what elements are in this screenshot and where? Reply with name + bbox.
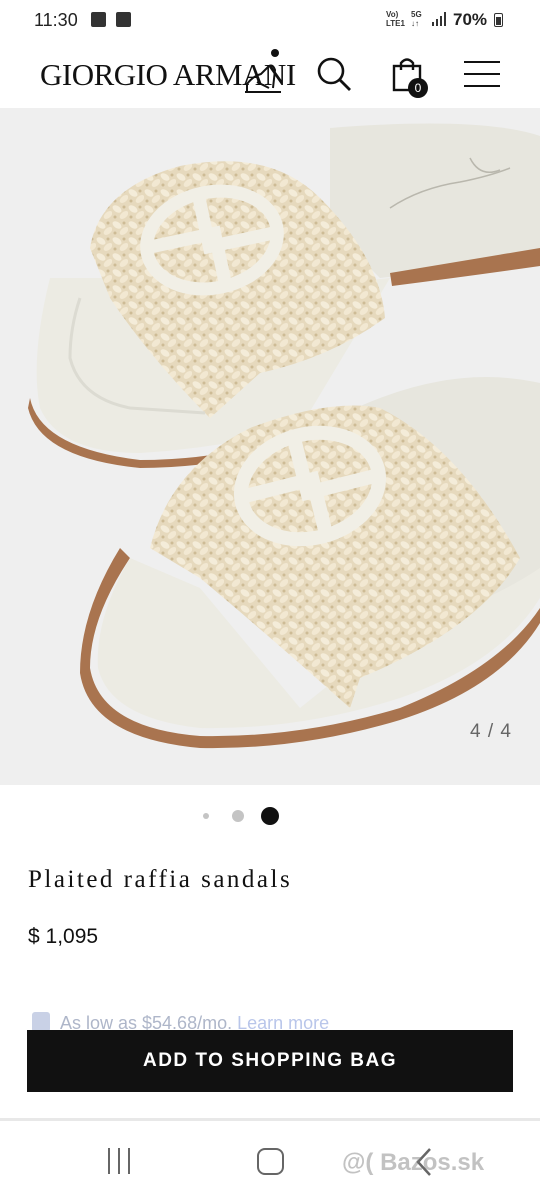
add-to-shopping-bag-button[interactable]: ADD TO SHOPPING BAG — [27, 1030, 513, 1092]
product-title: Plaited raffia sandals — [28, 866, 293, 893]
pagination-dot-1[interactable] — [203, 813, 209, 819]
paypal-icon — [32, 1012, 50, 1032]
home-icon[interactable] — [257, 1148, 284, 1175]
bag-count-badge: 0 — [408, 78, 428, 98]
status-bar: 11:30 Vo) LTE1 5G ↓↑ 70% — [0, 0, 540, 40]
recent-apps-icon[interactable] — [106, 1148, 134, 1174]
5g-label: 5G ↓↑ — [411, 10, 422, 28]
product-image — [28, 123, 540, 749]
pagination-dot-3-active[interactable] — [261, 807, 279, 825]
pagination-dot-2[interactable] — [232, 810, 244, 822]
battery-icon — [494, 13, 503, 27]
site-header: GIORGIO ARMANI — [0, 40, 540, 108]
product-price: $ 1,095 — [28, 925, 99, 948]
image-counter: 4 / 4 — [470, 721, 512, 742]
search-icon[interactable] — [314, 54, 354, 94]
battery-percent: 70% — [453, 10, 488, 29]
gallery-notification-icon — [91, 12, 106, 27]
signal-icon — [432, 12, 448, 26]
system-navigation-bar: @( Bazos.sk — [0, 1121, 540, 1200]
checkbox-notification-icon — [116, 12, 131, 27]
product-image-gallery[interactable]: 4 / 4 — [0, 108, 540, 785]
network-label: Vo) LTE1 — [386, 10, 405, 28]
watermark: @( Bazos.sk — [342, 1149, 485, 1176]
menu-icon[interactable] — [462, 54, 502, 94]
status-time: 11:30 — [34, 10, 78, 30]
gallery-pagination — [0, 805, 540, 827]
accessibility-person-icon[interactable] — [243, 48, 283, 94]
